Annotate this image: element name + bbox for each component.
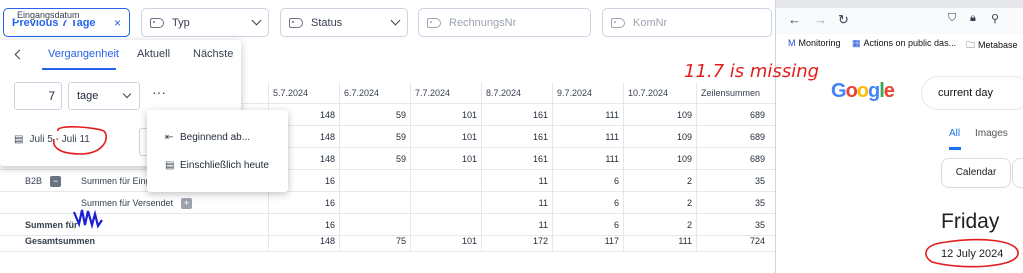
date-range-circle [52,126,107,155]
redaction-scribble [72,209,103,230]
missing-date-note: 11.7 is missing [684,61,819,82]
annotation-overlay: 11.7 is missing [52,61,1019,268]
date-answer-circle [925,238,1019,268]
